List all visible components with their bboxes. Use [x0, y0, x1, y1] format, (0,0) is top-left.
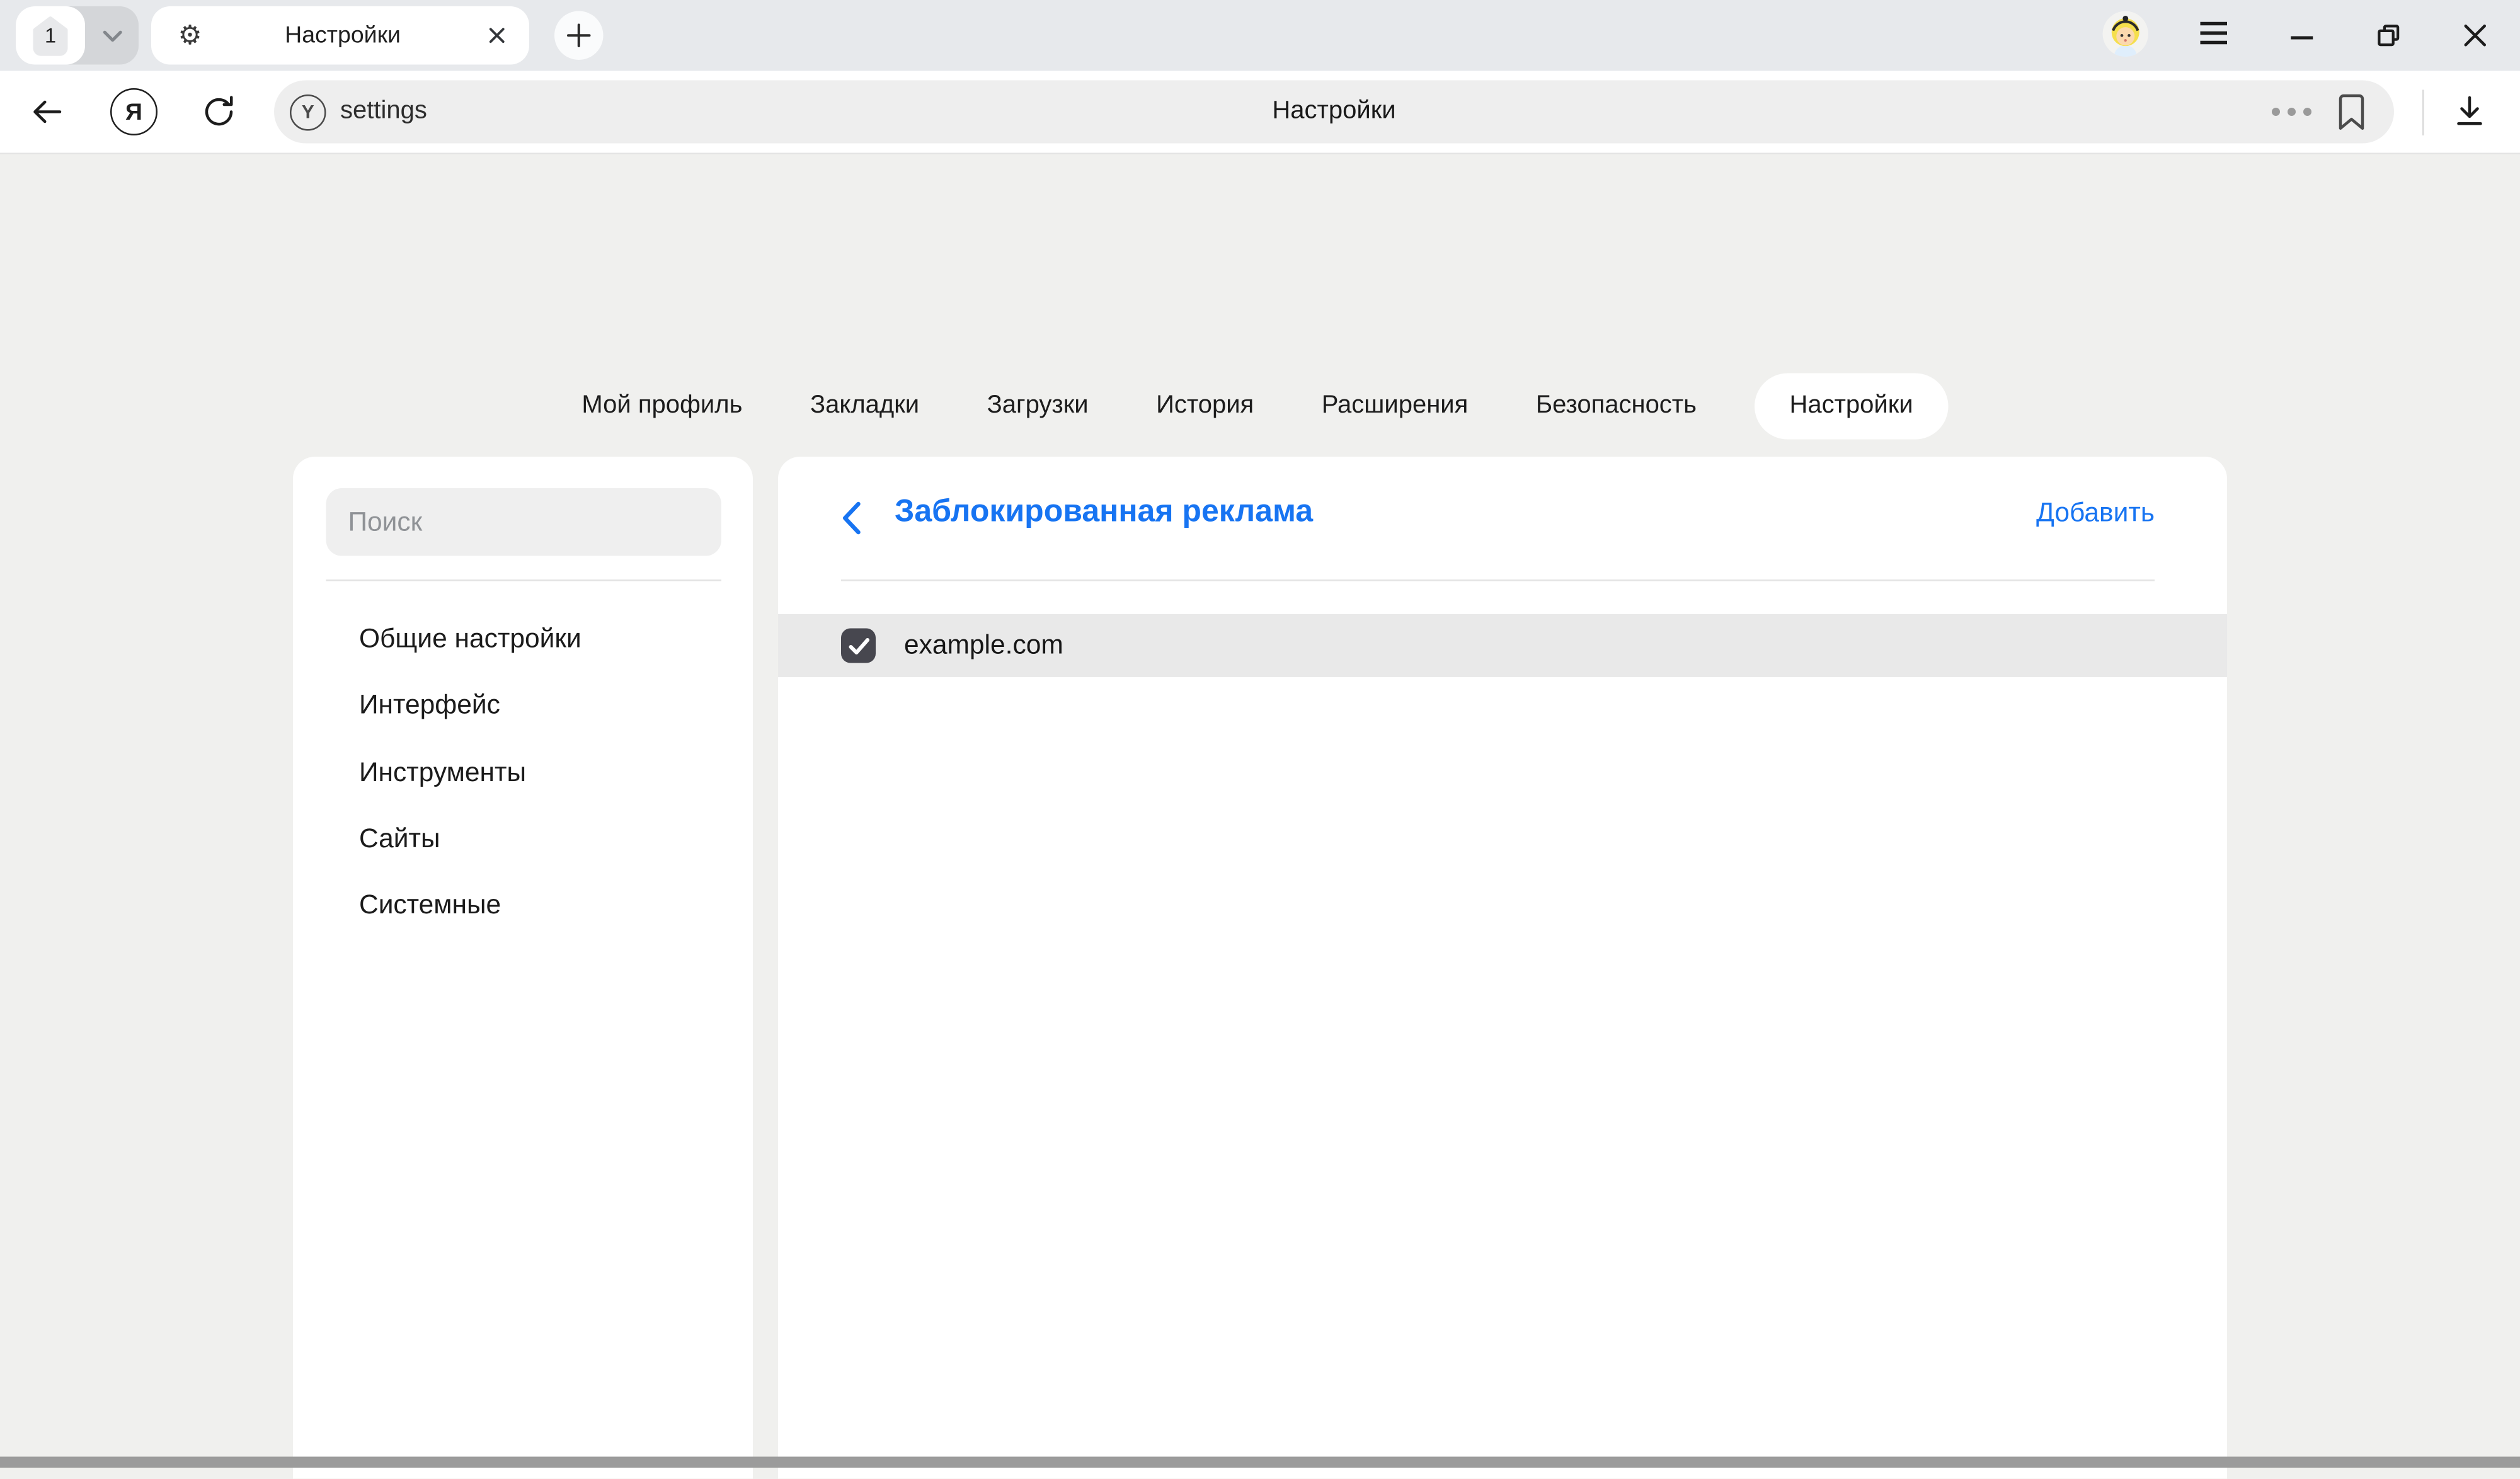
settings-nav-tab[interactable]: Мой профиль [572, 374, 752, 440]
settings-nav-tabs: Мой профиль Закладки Загрузки История Расшир… [0, 374, 2520, 440]
blocked-ads-panel: Заблокированная реклама Добавить example… [778, 457, 2227, 1479]
tab-title: Настройки [202, 22, 484, 49]
tab-count: 1 [45, 24, 56, 48]
hamburger-icon [2199, 21, 2229, 46]
chevron-left-icon [841, 501, 862, 535]
row-checkbox-checked[interactable] [841, 629, 876, 663]
close-icon [2463, 23, 2487, 47]
reload-icon [200, 93, 238, 131]
more-actions-button[interactable] [2271, 107, 2312, 117]
tab-list-dropdown[interactable] [85, 6, 139, 65]
settings-nav-tab[interactable]: Расширения [1312, 374, 1478, 440]
sidebar-item[interactable]: Сайты [293, 806, 753, 873]
avatar-icon [2103, 11, 2149, 57]
window-minimize-button[interactable] [2286, 22, 2317, 54]
settings-nav-tab[interactable]: Настройки [1755, 374, 1947, 440]
browser-tab-settings[interactable]: ⚙ Настройки [151, 6, 529, 65]
back-arrow-icon [28, 93, 66, 131]
browser-toolbar: Я Y settings Настройки [0, 71, 2520, 155]
tab-panel-button[interactable]: 1 [16, 6, 139, 65]
site-badge-icon: Y [290, 94, 326, 130]
reload-button[interactable] [200, 93, 238, 139]
panel-heading: Заблокированная реклама [895, 494, 1313, 531]
browser-menu-button[interactable] [2199, 21, 2229, 54]
downloads-button[interactable] [2451, 93, 2488, 139]
close-icon [488, 27, 505, 45]
sidebar-item[interactable]: Системные [293, 872, 753, 939]
ellipsis-icon [2271, 107, 2312, 117]
back-button[interactable] [28, 93, 66, 139]
settings-nav-tab[interactable]: Закладки [801, 374, 929, 440]
bookmark-button[interactable] [2334, 92, 2369, 132]
page-title: Настройки [274, 98, 2394, 126]
chevron-down-icon [101, 29, 122, 42]
gear-icon: ⚙ [178, 22, 202, 49]
new-tab-button[interactable] [554, 11, 604, 60]
add-button[interactable]: Добавить [2036, 498, 2155, 529]
settings-page: Мой профиль Закладки Загрузки История Расшир… [0, 154, 2520, 1468]
url-text: settings [340, 98, 427, 126]
sidebar-item[interactable]: Общие настройки [293, 607, 753, 673]
download-icon [2451, 93, 2488, 131]
checkmark-icon [847, 636, 871, 656]
toolbar-separator [2422, 90, 2424, 136]
settings-nav-tab[interactable]: Безопасность [1526, 374, 1706, 440]
window-bottom-edge [0, 1457, 2520, 1468]
panel-header: Заблокированная реклама Добавить [778, 457, 2227, 580]
tab-close-button[interactable] [484, 23, 509, 48]
restore-icon [2374, 21, 2402, 49]
settings-sidebar: Общие настройкиИнтерфейсИнструментыСайты… [293, 457, 753, 1479]
sidebar-item[interactable]: Интерфейс [293, 673, 753, 740]
window-close-button[interactable] [2459, 19, 2490, 50]
plus-icon [567, 24, 591, 48]
settings-nav-tab[interactable]: Загрузки [978, 374, 1098, 440]
sidebar-item[interactable]: Инструменты [293, 740, 753, 806]
profile-avatar[interactable] [2103, 11, 2149, 57]
sidebar-items: Общие настройкиИнтерфейсИнструментыСайты… [293, 607, 753, 940]
back-chevron-button[interactable] [841, 501, 862, 535]
bookmark-icon [2334, 92, 2369, 132]
browser-window: 1 ⚙ Настройки [0, 0, 2520, 1479]
address-bar[interactable]: Y settings Настройки [274, 81, 2394, 144]
blocked-domain-row[interactable]: example.com [778, 614, 2227, 677]
search-input[interactable] [326, 488, 722, 556]
window-restore-button[interactable] [2372, 19, 2403, 50]
settings-nav-tab[interactable]: История [1147, 374, 1263, 440]
header-divider [841, 580, 2155, 581]
blocked-domain-label: example.com [904, 630, 1063, 661]
yandex-logo-button[interactable]: Я [110, 88, 158, 135]
tab-count-badge[interactable]: 1 [16, 6, 85, 65]
minimize-icon [2289, 35, 2313, 41]
sidebar-divider [326, 580, 722, 581]
tab-strip: 1 ⚙ Настройки [0, 0, 2520, 71]
